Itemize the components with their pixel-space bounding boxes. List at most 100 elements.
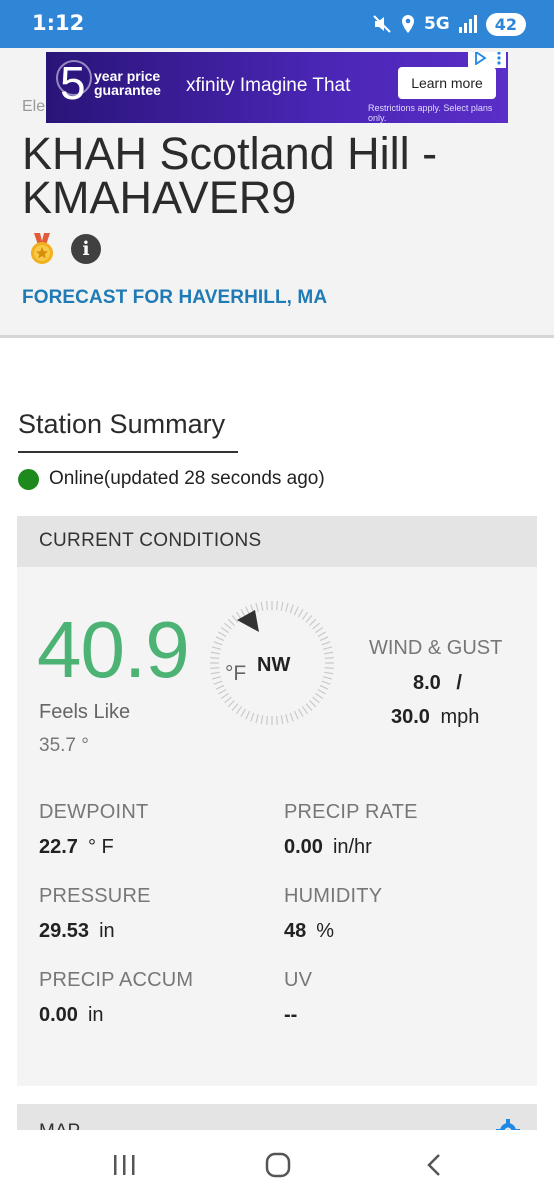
current-conditions-header: CURRENT CONDITIONS xyxy=(17,516,537,567)
wind-separator: / xyxy=(456,672,462,694)
compass-tick xyxy=(315,692,324,700)
compass-tick xyxy=(280,715,284,725)
ad-fine-print: Restrictions apply. Select plans only. xyxy=(368,103,493,123)
medal-icon[interactable] xyxy=(28,233,56,270)
summary-underline xyxy=(18,451,238,453)
status-bar: 1:12 5G 42 xyxy=(0,0,554,48)
compass-tick xyxy=(235,706,243,715)
compass-tick xyxy=(210,656,220,659)
compass-tick xyxy=(280,601,284,611)
compass-tick xyxy=(255,714,259,724)
metric-dewpoint: DEWPOINT 22.7 ° F xyxy=(39,801,148,859)
ad-tagline: year price guarantee xyxy=(94,69,161,97)
compass-tick xyxy=(323,676,333,680)
compass-tick xyxy=(215,636,225,642)
compass-tick xyxy=(213,641,223,646)
metric-value-row: 0.00 in xyxy=(39,1004,193,1027)
compass-tick xyxy=(305,703,313,711)
more-options-icon[interactable] xyxy=(497,52,501,70)
compass-tick xyxy=(265,601,268,611)
home-icon[interactable] xyxy=(258,1150,298,1180)
battery-indicator: 42 xyxy=(485,12,526,36)
metric-pressure: PRESSURE 29.53 in xyxy=(39,885,151,943)
compass-tick xyxy=(297,609,304,618)
metric-humidity: HUMIDITY 48% xyxy=(284,885,382,943)
metric-value: 0.00 xyxy=(284,836,323,858)
location-icon xyxy=(400,14,416,34)
compass-tick xyxy=(309,700,317,708)
compass-tick xyxy=(231,615,239,623)
compass-tick xyxy=(218,688,227,695)
compass-tick xyxy=(305,615,313,623)
temperature-unit: °F xyxy=(225,662,247,685)
compass-tick xyxy=(276,601,279,611)
compass-tick xyxy=(211,676,221,680)
forecast-link[interactable]: FORECAST FOR HAVERHILL, MA xyxy=(22,287,327,309)
metric-unit: in xyxy=(99,920,115,942)
compass-tick xyxy=(260,715,264,725)
compass-tick xyxy=(301,706,309,715)
compass-tick xyxy=(315,626,324,634)
compass-tick xyxy=(210,671,220,675)
compass-tick xyxy=(317,631,326,638)
info-icon[interactable]: i xyxy=(71,234,101,264)
compass-tick xyxy=(210,651,220,655)
compass-tick xyxy=(220,626,229,634)
wind-gust-label: WIND & GUST xyxy=(369,637,503,659)
compass-tick xyxy=(250,712,255,722)
metric-value: 0.00 xyxy=(39,1004,78,1026)
compass-tick xyxy=(260,601,264,611)
metric-uv: UV -- xyxy=(284,969,312,1027)
compass-tick xyxy=(240,708,247,717)
back-icon[interactable] xyxy=(414,1150,454,1180)
background-breadcrumb: Ele xyxy=(22,98,46,115)
compass-tick xyxy=(293,710,299,720)
compass-tick xyxy=(227,618,235,626)
compass-tick xyxy=(297,708,304,717)
metric-precip-rate: PRECIP RATE 0.00 in/hr xyxy=(284,801,418,859)
advertisement-banner[interactable]: 5 year price guarantee xfinity Imagine T… xyxy=(46,52,508,123)
compass-tick xyxy=(323,646,333,650)
compass-tick xyxy=(276,715,279,725)
compass-tick xyxy=(215,684,225,690)
metric-value-row: 0.00 in/hr xyxy=(284,836,418,859)
system-navigation-bar xyxy=(0,1130,554,1200)
metric-unit: ° F xyxy=(87,836,114,858)
online-status-text: Online(updated 28 seconds ago) xyxy=(49,468,325,489)
metric-value-row: 29.53 in xyxy=(39,920,151,943)
current-temperature: 40.9 xyxy=(37,605,190,694)
online-status-dot-icon xyxy=(18,468,39,490)
compass-tick xyxy=(324,667,334,670)
compass-tick xyxy=(220,692,229,700)
wind-speed: 8.0 xyxy=(413,672,441,694)
current-conditions-title: CURRENT CONDITIONS xyxy=(39,530,262,551)
compass-tick xyxy=(231,703,239,711)
metric-label: PRESSURE xyxy=(39,885,151,907)
compass-tick xyxy=(245,710,251,720)
metric-precip-accum: PRECIP ACCUM 0.00 in xyxy=(39,969,193,1027)
metric-value-row: 22.7 ° F xyxy=(39,836,148,859)
mute-icon xyxy=(372,14,392,34)
ad-learn-more-button[interactable]: Learn more xyxy=(398,67,496,99)
ad-tagline-line1: year price xyxy=(94,68,161,84)
compass-tick xyxy=(227,700,235,708)
metric-label: HUMIDITY xyxy=(284,885,383,907)
station-summary-title: Station Summary xyxy=(18,409,226,439)
ad-choices-icon[interactable] xyxy=(473,52,487,70)
compass-tick xyxy=(309,618,317,626)
metric-unit: % xyxy=(316,920,335,942)
current-conditions-card: CURRENT CONDITIONS 40.9 Feels Like 35.7 … xyxy=(17,516,537,1086)
feels-like-value: 35.7 ° xyxy=(39,735,89,756)
compass-tick xyxy=(289,604,294,614)
ad-choices[interactable] xyxy=(468,52,506,68)
ad-brand: xfinity Imagine That xyxy=(186,75,351,96)
compass-tick xyxy=(324,671,334,675)
recent-apps-icon[interactable] xyxy=(104,1150,144,1180)
metric-value-row: 48% xyxy=(284,920,382,943)
compass-tick xyxy=(301,611,309,620)
compass-tick xyxy=(265,715,268,725)
metric-label: PRECIP RATE xyxy=(284,801,418,823)
compass-tick xyxy=(285,714,289,724)
compass-tick xyxy=(324,651,334,655)
compass-tick xyxy=(210,667,220,670)
